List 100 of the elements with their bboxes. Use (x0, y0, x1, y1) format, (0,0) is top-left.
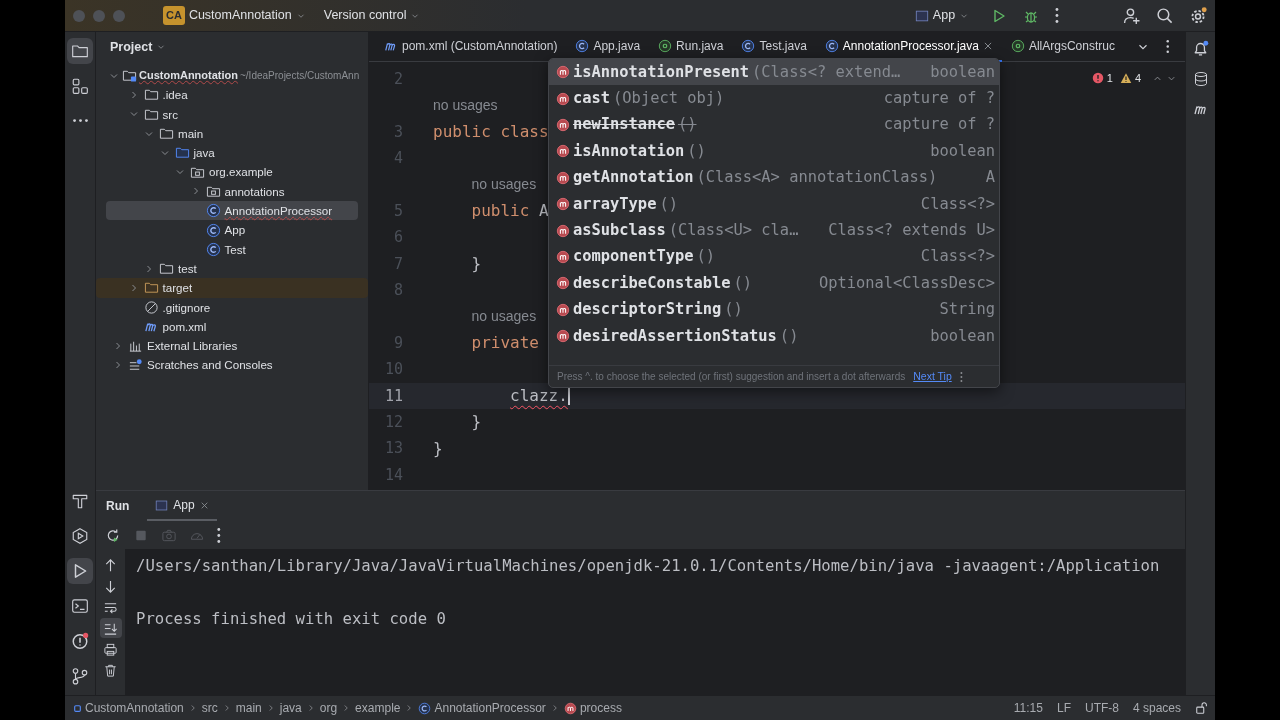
add-user-icon[interactable] (1123, 7, 1140, 24)
tree-item[interactable]: target (96, 278, 368, 298)
return-type: Class<? extends U> (827, 220, 995, 241)
rerun-icon[interactable] (105, 527, 121, 543)
scroll-end-tool-button[interactable] (99, 618, 122, 638)
completion-item[interactable]: getAnnotation (Class<A> annotationClass) A (549, 164, 999, 191)
class-icon (205, 203, 221, 219)
completion-item[interactable]: componentType () Class<?> (549, 243, 999, 271)
method-icon (556, 302, 570, 317)
editor-tab[interactable]: AllArgsConstruc (1001, 31, 1124, 62)
completion-item[interactable]: newInstance () capture of ? (549, 111, 999, 139)
run-config-menu[interactable]: App (910, 4, 974, 27)
no-entry-icon (143, 299, 159, 315)
editor-tab[interactable]: Run.java (649, 31, 733, 62)
tree-item[interactable]: main (106, 123, 358, 144)
settings-icon[interactable] (1189, 6, 1207, 25)
folder-icon (143, 280, 159, 296)
code-text: } (471, 411, 482, 434)
breadcrumb[interactable]: java (279, 699, 302, 717)
project-tool-button[interactable] (67, 38, 93, 64)
search-icon[interactable] (1156, 7, 1173, 24)
tree-item[interactable]: .idea (106, 85, 358, 105)
window-icon (914, 8, 929, 23)
close-icon[interactable] (199, 500, 209, 510)
tree-item[interactable]: pom.xml (106, 316, 358, 337)
tree-item[interactable]: src (106, 104, 358, 124)
run-tool-button[interactable] (67, 558, 93, 584)
tree-item[interactable]: test (106, 258, 358, 279)
arrow-up-icon (103, 557, 118, 573)
path-hint: ~/IdeaProjects/CustomAnn (240, 69, 360, 84)
breadcrumb[interactable]: CustomAnnotation (73, 699, 184, 717)
file-encoding[interactable]: UTF-8 (1084, 699, 1119, 717)
breadcrumb[interactable]: src (201, 699, 218, 717)
tree-item[interactable]: Scratches and Consoles (106, 355, 358, 375)
next-tip-link[interactable]: Next Tip (913, 368, 952, 385)
annotation-icon (658, 38, 673, 53)
breadcrumb[interactable]: process (563, 699, 622, 717)
indent-setting[interactable]: 4 spaces (1132, 699, 1181, 717)
editor-tab[interactable]: App.java (566, 31, 650, 62)
error-count[interactable]: 1 (1106, 70, 1113, 87)
tree-item[interactable]: AnnotationProcessor (106, 201, 358, 221)
code-text: public (471, 200, 530, 223)
terminal-icon (71, 597, 89, 615)
method-icon (556, 223, 570, 238)
problems-icon (71, 632, 89, 650)
class-icon (418, 701, 432, 715)
completion-item[interactable]: cast (Object obj) capture of ? (549, 85, 999, 112)
completion-item[interactable]: desiredAssertionStatus () boolean (549, 322, 999, 350)
editor-tab[interactable]: Test.java (732, 31, 816, 62)
line-ending[interactable]: LF (1056, 699, 1071, 717)
completion-item[interactable]: isAnnotationPresent (Class<? extend… boolean (549, 59, 999, 86)
hint-text: Press ^. to choose the selected (or first) suggestion and insert a dot afterwards (557, 370, 906, 384)
folder-icon (174, 145, 190, 161)
breadcrumb[interactable]: main (235, 699, 262, 717)
arrow-down-icon (103, 578, 118, 594)
cursor-position[interactable]: 11:15 (1013, 699, 1043, 717)
method-icon (556, 144, 570, 159)
project-switcher[interactable]: CA CustomAnnotation (159, 4, 310, 27)
scratch-icon (128, 357, 143, 373)
breadcrumb[interactable]: example (355, 699, 401, 717)
database-icon[interactable] (1192, 71, 1209, 87)
bell-icon[interactable] (1192, 40, 1209, 57)
editor-tab[interactable]: pom.xml (CustomAnnotation) (375, 31, 567, 62)
close-icon[interactable] (982, 40, 993, 51)
tree-item[interactable]: java (106, 143, 358, 163)
return-type: Class<?> (919, 193, 995, 215)
panel-title-menu[interactable]: Project (106, 35, 171, 59)
more-icon[interactable] (217, 527, 221, 543)
line-number: 11 (383, 385, 403, 407)
method-icon (556, 117, 570, 132)
return-type: capture of ? (882, 88, 995, 110)
completion-item[interactable]: describeConstable () Optional<ClassDesc> (549, 270, 999, 297)
window-icon (155, 498, 169, 512)
tree-item[interactable]: External Libraries (106, 336, 358, 356)
annotation-icon (1010, 38, 1025, 53)
tree-item[interactable]: Test (106, 239, 358, 259)
unlocked-padlock-icon[interactable] (1195, 701, 1209, 715)
tree-item[interactable]: annotations (106, 181, 358, 202)
return-type: Class<?> (919, 246, 995, 268)
completion-item[interactable]: isAnnotation () boolean (549, 138, 999, 165)
more-icon[interactable] (1055, 8, 1059, 23)
services-icon (71, 527, 89, 545)
tree-item[interactable]: CustomAnnotation ~/IdeaProjects/CustomAnn (102, 66, 368, 86)
return-type: A (984, 167, 995, 189)
usage-hint: no usages (433, 96, 498, 116)
breadcrumb[interactable]: AnnotationProcessor (418, 699, 546, 717)
completion-item[interactable]: arrayType () Class<?> (549, 190, 999, 218)
tree-item[interactable]: org.example (106, 162, 358, 182)
return-type: boolean (929, 61, 995, 83)
trash-icon (103, 662, 118, 678)
tree-item[interactable]: App (106, 220, 358, 240)
return-type: String (938, 299, 995, 321)
vcs-menu[interactable]: Version control (319, 4, 425, 27)
completion-item[interactable]: descriptorString () String (549, 296, 999, 323)
warning-count[interactable]: 4 (1134, 70, 1141, 87)
tree-item[interactable]: .gitignore (106, 297, 358, 317)
completion-item[interactable]: asSubclass (Class<U> cla… Class<? extends U> (549, 217, 999, 244)
breadcrumb[interactable]: org (319, 699, 338, 717)
more-icon[interactable] (1165, 40, 1169, 53)
code-text: } (433, 437, 443, 460)
